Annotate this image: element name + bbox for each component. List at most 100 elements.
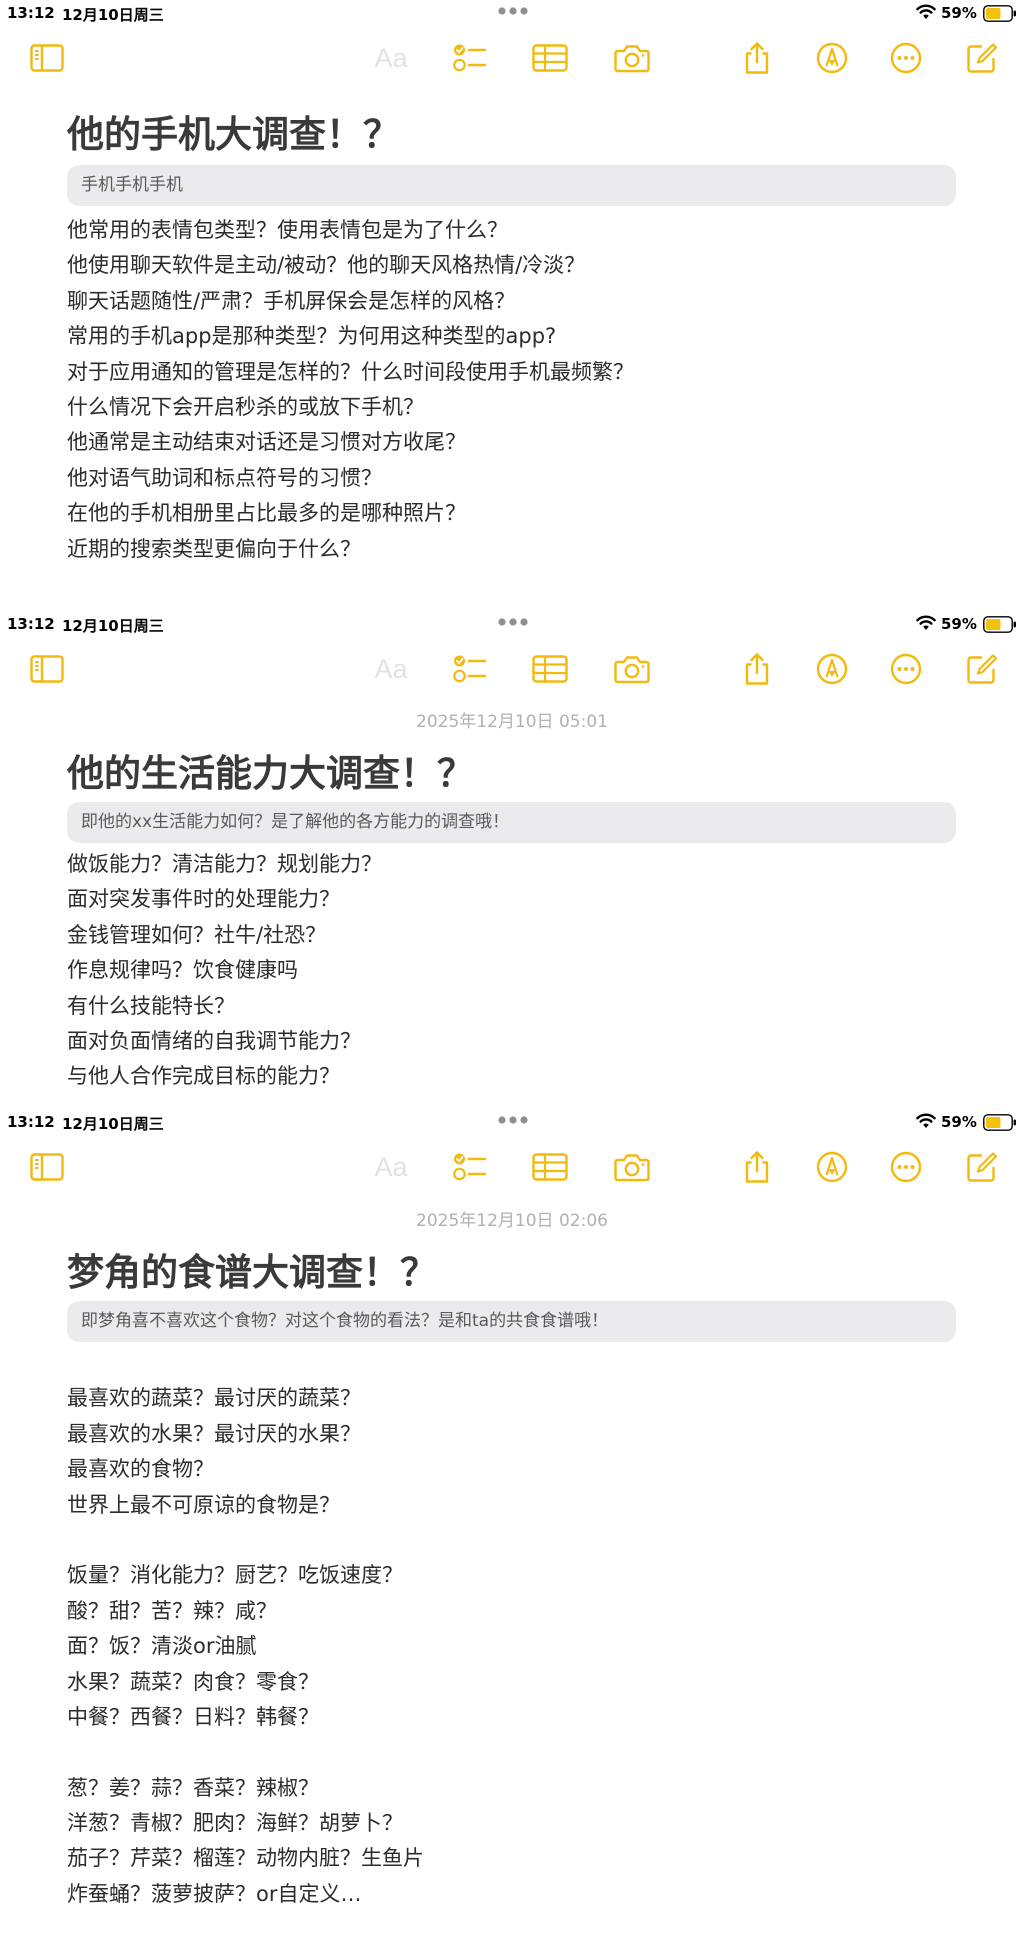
camera-button[interactable] xyxy=(612,38,652,78)
more-button[interactable] xyxy=(886,1147,926,1187)
note-screenshot-1: 13:12 12月10日周三 59% Aa 他的手机大调查！？ 手机手机手机 他… xyxy=(0,0,1024,611)
checklist-icon xyxy=(453,1153,487,1181)
note-screenshot-3: 13:12 12月10日周三 59% Aa 2025年12月10日 02:06 … xyxy=(0,1109,1024,1953)
note-line: 金钱管理如何？社牛/社恐？ xyxy=(67,922,327,947)
note-line: 作息规律吗？饮食健康吗 xyxy=(67,958,298,983)
compose-button[interactable] xyxy=(962,649,1002,689)
checklist-button[interactable] xyxy=(450,38,490,78)
note-title[interactable]: 梦角的食谱大调查！？ xyxy=(67,1242,437,1296)
checklist-button[interactable] xyxy=(450,649,490,689)
notes-toolbar: Aa xyxy=(0,1147,1024,1191)
sidebar-icon xyxy=(30,44,64,72)
checklist-icon xyxy=(453,655,487,683)
note-body[interactable]: 他常用的表情包类型？使用表情包是为了什么？ 他使用聊天软件是主动/被动？他的聊天风… xyxy=(67,213,634,567)
format-label: Aa xyxy=(374,653,408,684)
camera-button[interactable] xyxy=(612,1147,652,1187)
more-button[interactable] xyxy=(886,38,926,78)
format-label: Aa xyxy=(374,1151,408,1182)
share-button[interactable] xyxy=(737,1147,777,1187)
note-line: 他通常是主动结束对话还是习惯对方收尾？ xyxy=(67,430,466,455)
compose-icon xyxy=(967,43,998,73)
note-line: 他使用聊天软件是主动/被动？他的聊天风格热情/冷淡？ xyxy=(67,253,586,278)
battery-percent: 59% xyxy=(941,615,977,633)
markup-icon xyxy=(816,653,848,685)
markup-button[interactable] xyxy=(812,1147,852,1187)
status-date: 12月10日周三 xyxy=(62,6,164,24)
share-icon xyxy=(745,1151,769,1183)
note-line: 他常用的表情包类型？使用表情包是为了什么？ xyxy=(67,218,508,242)
format-button[interactable]: Aa xyxy=(371,38,411,78)
share-button[interactable] xyxy=(737,649,777,689)
note-date: 2025年12月10日 05:01 xyxy=(416,712,608,732)
note-line: 最喜欢的水果？最讨厌的水果？ xyxy=(67,1421,361,1446)
share-button[interactable] xyxy=(737,38,777,78)
note-line: 常用的手机app是那种类型？为何用这种类型的app? xyxy=(67,324,557,349)
compose-button[interactable] xyxy=(962,38,1002,78)
note-quote-block[interactable]: 即他的xx生活能力如何？是了解他的各方能力的调查哦！ xyxy=(67,802,956,843)
share-icon xyxy=(745,653,769,685)
note-line: 做饭能力？清洁能力？规划能力？ xyxy=(67,852,382,876)
note-line: 酸？甜？苦？辣？咸？ xyxy=(67,1598,277,1623)
note-body[interactable]: 最喜欢的蔬菜？最讨厌的蔬菜？ 最喜欢的水果？最讨厌的水果？ 最喜欢的食物？ 世界上最不… xyxy=(67,1346,424,1912)
status-bar: 13:12 12月10日周三 59% xyxy=(0,0,1024,26)
more-button[interactable] xyxy=(886,649,926,689)
status-date: 12月10日周三 xyxy=(62,617,164,635)
blank-line xyxy=(67,1346,424,1381)
battery-percent: 59% xyxy=(941,1113,977,1131)
markup-icon xyxy=(816,42,848,74)
note-title[interactable]: 他的生活能力大调查！？ xyxy=(67,743,474,797)
table-icon xyxy=(532,44,568,72)
note-line: 什么情况下会开启秒杀的或放下手机？ xyxy=(67,394,424,419)
wifi-icon xyxy=(916,4,936,19)
wifi-icon xyxy=(916,1113,936,1128)
status-time: 13:12 xyxy=(7,1113,55,1131)
sidebar-button[interactable] xyxy=(27,649,67,689)
camera-button[interactable] xyxy=(612,649,652,689)
notes-toolbar: Aa xyxy=(0,38,1024,82)
note-title[interactable]: 他的手机大调查！？ xyxy=(67,104,400,158)
wifi-icon xyxy=(916,615,936,630)
note-line: 葱？姜？蒜？香菜？辣椒？ xyxy=(67,1775,319,1800)
battery-icon xyxy=(983,5,1016,22)
battery-percent: 59% xyxy=(941,4,977,22)
markup-button[interactable] xyxy=(812,649,852,689)
sidebar-icon xyxy=(30,655,64,683)
status-bar: 13:12 12月10日周三 59% xyxy=(0,1109,1024,1135)
format-button[interactable]: Aa xyxy=(371,1147,411,1187)
note-quote-block[interactable]: 手机手机手机 xyxy=(67,165,956,206)
multitasking-dots-icon[interactable] xyxy=(497,1115,529,1125)
table-icon xyxy=(532,655,568,683)
blank-line xyxy=(67,1735,424,1770)
note-line: 中餐？西餐？日料？韩餐？ xyxy=(67,1704,319,1729)
note-quote-block[interactable]: 即梦角喜不喜欢这个食物？对这个食物的看法？是和ta的共食食谱哦！ xyxy=(67,1301,956,1342)
more-icon xyxy=(890,1151,922,1183)
sidebar-button[interactable] xyxy=(27,38,67,78)
markup-button[interactable] xyxy=(812,38,852,78)
multitasking-dots-icon[interactable] xyxy=(497,6,529,16)
note-line: 炸蚕蛹？菠萝披萨？or自定义… xyxy=(67,1881,362,1906)
sidebar-button[interactable] xyxy=(27,1147,67,1187)
status-bar: 13:12 12月10日周三 59% xyxy=(0,611,1024,637)
note-line: 洋葱？青椒？肥肉？海鲜？胡萝卜？ xyxy=(67,1811,403,1836)
note-line: 面？饭？清淡or油腻 xyxy=(67,1634,257,1659)
note-line: 在他的手机相册里占比最多的是哪种照片？ xyxy=(67,501,466,526)
note-line: 饭量？消化能力？厨艺？吃饭速度？ xyxy=(67,1563,403,1588)
compose-button[interactable] xyxy=(962,1147,1002,1187)
table-button[interactable] xyxy=(530,38,570,78)
note-line: 有什么技能特长？ xyxy=(67,993,235,1018)
note-body[interactable]: 做饭能力？清洁能力？规划能力？ 面对突发事件时的处理能力？ 金钱管理如何？社牛/社恐… xyxy=(67,847,382,1095)
multitasking-dots-icon[interactable] xyxy=(497,617,529,627)
table-button[interactable] xyxy=(530,1147,570,1187)
note-line: 茄子？芹菜？榴莲？动物内脏？生鱼片 xyxy=(67,1846,424,1871)
battery-icon xyxy=(983,1114,1016,1131)
note-line: 他对语气助词和标点符号的习惯？ xyxy=(67,465,382,490)
camera-icon xyxy=(614,656,650,684)
format-label: Aa xyxy=(374,42,408,73)
note-line: 面对负面情绪的自我调节能力？ xyxy=(67,1028,361,1053)
checklist-button[interactable] xyxy=(450,1147,490,1187)
compose-icon xyxy=(967,1152,998,1182)
table-button[interactable] xyxy=(530,649,570,689)
note-date: 2025年12月10日 02:06 xyxy=(416,1211,608,1231)
camera-icon xyxy=(614,45,650,73)
format-button[interactable]: Aa xyxy=(371,649,411,689)
